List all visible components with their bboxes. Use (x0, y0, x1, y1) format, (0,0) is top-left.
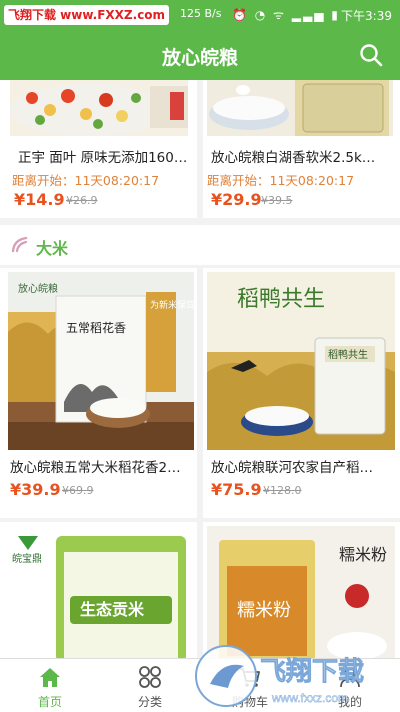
product-card[interactable]: 皖宝鼎 生态贡米 (0, 522, 197, 658)
countdown: 距离开始：11天08:20:17 (12, 173, 160, 188)
product-name: 放心皖粮五常大米稻花香2… (10, 460, 181, 476)
product-image: 皖宝鼎 生态贡米 (8, 526, 194, 658)
watermark-label: 飞翔下载 www.FXXZ.com (4, 5, 170, 25)
search-icon (360, 44, 383, 67)
section-title: 大米 (36, 239, 69, 258)
flash-sale-card[interactable]: 正宇 面叶 原味无添加160… 距离开始：11天08:20:17 ¥14.9 ¥… (0, 80, 197, 218)
tab-label: 分类 (137, 695, 162, 709)
watermark-badge-text: 飞翔下载 (260, 656, 364, 686)
product-name: 正宇 面叶 原味无添加160… (18, 150, 188, 166)
category-icon (139, 666, 161, 688)
app-bar: 放心皖粮 (0, 30, 400, 80)
product-name: 放心皖粮白湖香软米2.5k… (211, 150, 376, 166)
image-bag-text: 生态贡米 (80, 600, 145, 619)
search-button[interactable] (358, 42, 384, 68)
price: ¥75.9 (211, 480, 262, 499)
product-card[interactable]: 糯米粉 糯米粉 (203, 522, 400, 658)
watermark-badge-url: www.fxxz.com (271, 691, 348, 705)
product-image (207, 80, 393, 136)
product-name: 放心皖粮联河农家自产稻… (211, 460, 373, 476)
network-speed: 125 B/s (180, 7, 222, 20)
image-title-text: 五常稻花香 (66, 320, 126, 335)
clock: 下午3:39 (341, 9, 392, 23)
tab-label: 首页 (37, 695, 62, 709)
original-price: ¥69.9 (62, 484, 94, 497)
price: ¥29.9 (211, 190, 262, 209)
app-title: 放心皖粮 (161, 47, 238, 69)
rice-section-icon (11, 236, 28, 253)
content-scroll[interactable]: 正宇 面叶 原味无添加160… 距离开始：11天08:20:17 ¥14.9 ¥… (0, 80, 400, 658)
tab-category[interactable]: 分类 (100, 659, 200, 712)
product-card[interactable]: 放心皖粮 五常稻花香 为新米保驾护航 自直产地 放心皖粮五常大米稻花香2… ¥3… (0, 268, 197, 518)
product-card[interactable]: 稻鸭共生 稻鸭共生 放心皖粮联河农家自产稻… ¥75.9 ¥128.0 (203, 268, 400, 518)
price: ¥39.9 (10, 480, 61, 499)
image-brand-text: 皖宝鼎 (12, 552, 42, 565)
product-image (10, 80, 188, 136)
product-image: 糯米粉 糯米粉 (207, 526, 395, 658)
status-bar: 飞翔下载 www.FXXZ.com 125 B/s ⏰ ◔ ᯤ ▂▃▅ ▮ 下午… (0, 0, 400, 30)
image-title-text: 糯米粉 (339, 545, 387, 564)
image-bag-text: 糯米粉 (237, 600, 291, 621)
original-price: ¥128.0 (263, 484, 302, 497)
image-slogan-text: 为新米保驾护航 自直产地 (150, 299, 194, 310)
status-icons: ⏰ ◔ ᯤ ▂▃▅ ▮ (232, 8, 340, 22)
image-bag-text: 稻鸭共生 (328, 348, 368, 361)
section-header: 大米 (0, 225, 400, 265)
product-image: 稻鸭共生 稻鸭共生 (207, 272, 395, 450)
home-icon (40, 668, 60, 687)
flash-sale-card[interactable]: 放心皖粮白湖香软米2.5k… 距离开始：11天08:20:17 ¥29.9 ¥3… (203, 80, 400, 218)
countdown: 距离开始：11天08:20:17 (207, 173, 355, 188)
original-price: ¥26.9 (66, 194, 98, 207)
image-brand-text: 放心皖粮 (18, 282, 58, 295)
tab-home[interactable]: 首页 (0, 659, 100, 712)
original-price: ¥39.5 (261, 194, 293, 207)
price: ¥14.9 (14, 190, 65, 209)
product-image: 放心皖粮 五常稻花香 为新米保驾护航 自直产地 (8, 272, 194, 450)
watermark-badge: 飞翔下载 www.fxxz.com (188, 640, 400, 712)
image-title-text: 稻鸭共生 (237, 287, 325, 312)
